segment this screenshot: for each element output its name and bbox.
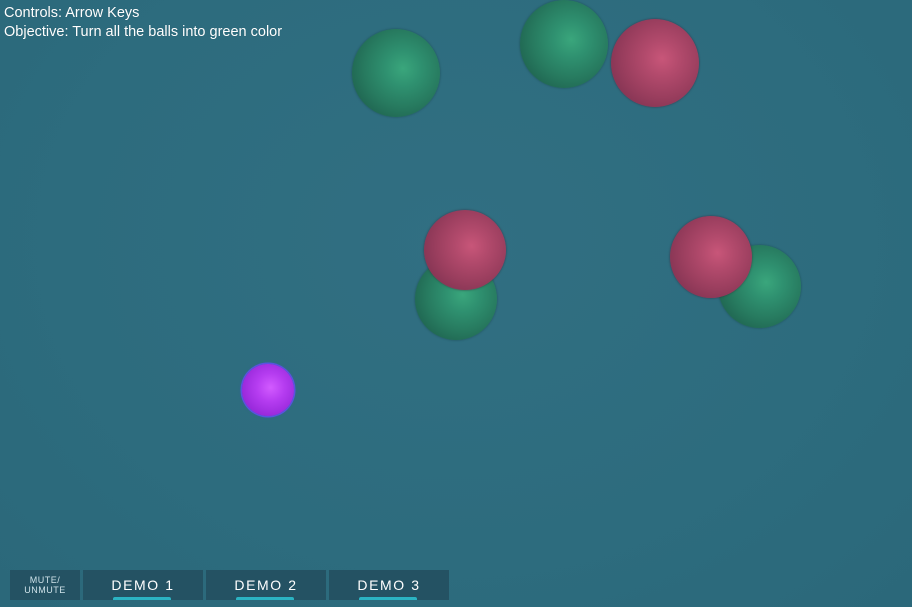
demo-3-label: DEMO 3 xyxy=(357,577,421,593)
controls-bar: MUTE/ UNMUTE DEMO 1 DEMO 2 DEMO 3 xyxy=(10,570,449,601)
mute-label-line1: MUTE/ xyxy=(29,575,61,585)
demo-2-underline xyxy=(236,597,294,600)
mute-label-line2: UNMUTE xyxy=(24,585,66,595)
objective-text: Objective: Turn all the balls into green… xyxy=(4,24,283,40)
red-ball xyxy=(611,19,699,107)
hud-info: Controls: Arrow Keys Objective: Turn all… xyxy=(4,4,282,42)
demo-2-button[interactable]: DEMO 2 xyxy=(206,570,326,600)
demo-1-button[interactable]: DEMO 1 xyxy=(83,570,203,600)
demo-2-label: DEMO 2 xyxy=(234,577,298,593)
player-ball xyxy=(242,364,294,416)
demo-1-label: DEMO 1 xyxy=(111,577,175,593)
demo-1-underline xyxy=(113,597,171,600)
demo-3-underline xyxy=(359,597,417,600)
green-ball xyxy=(352,29,440,117)
game-canvas[interactable]: Controls: Arrow Keys Objective: Turn all… xyxy=(0,0,912,607)
red-ball xyxy=(670,216,752,298)
controls-text: Controls: Arrow Keys xyxy=(4,5,140,21)
green-ball xyxy=(520,0,608,88)
red-ball xyxy=(424,210,506,290)
demo-3-button[interactable]: DEMO 3 xyxy=(329,570,449,600)
mute-unmute-button[interactable]: MUTE/ UNMUTE xyxy=(10,570,80,600)
